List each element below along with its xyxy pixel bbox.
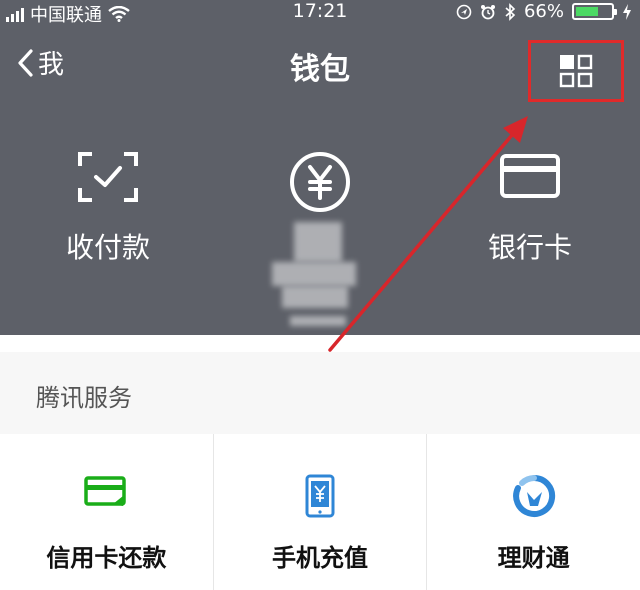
- quick-action-bank-card[interactable]: 银行卡: [445, 150, 615, 266]
- service-label: 理财通: [497, 544, 570, 572]
- grid-menu-button[interactable]: [528, 40, 624, 102]
- quick-action-label: 银行卡: [487, 231, 572, 264]
- service-label: 手机充值: [272, 544, 368, 572]
- blurred-balance: [272, 222, 356, 328]
- location-icon: [456, 4, 472, 19]
- quick-action-balance[interactable]: [235, 150, 405, 218]
- service-credit-card-repay[interactable]: 信用卡还款: [0, 434, 214, 590]
- service-label: 信用卡还款: [46, 544, 167, 572]
- status-bar: 中国联通 17:21 66%: [0, 0, 640, 26]
- bluetooth-icon: [505, 2, 516, 21]
- alarm-icon: [480, 4, 495, 19]
- wealth-management-icon: [512, 474, 555, 517]
- service-phone-recharge[interactable]: 手机充值: [214, 434, 428, 590]
- nav-bar: 我 钱包: [0, 30, 640, 102]
- bank-card-icon: [500, 154, 560, 198]
- credit-card-repay-icon: [84, 476, 127, 506]
- service-wealth-management[interactable]: 理财通: [427, 434, 640, 590]
- section-header: 腾讯服务: [0, 352, 640, 435]
- quick-action-label: 收付款: [65, 231, 150, 264]
- services-grid: 信用卡还款 手机充值 理财通: [0, 434, 640, 590]
- yuan-coin-icon: [290, 152, 350, 212]
- scan-pay-icon: [78, 152, 138, 202]
- phone-recharge-icon: [305, 474, 335, 518]
- battery-percent: 66%: [523, 1, 564, 22]
- battery-icon: [572, 3, 617, 20]
- wallet-header: 中国联通 17:21 66% 我 钱包 收付款 银行卡: [0, 0, 640, 335]
- grid-menu-icon: [559, 54, 593, 88]
- quick-action-pay[interactable]: 收付款: [23, 150, 193, 266]
- charging-icon: [623, 3, 631, 20]
- section-title: 腾讯服务: [36, 384, 132, 412]
